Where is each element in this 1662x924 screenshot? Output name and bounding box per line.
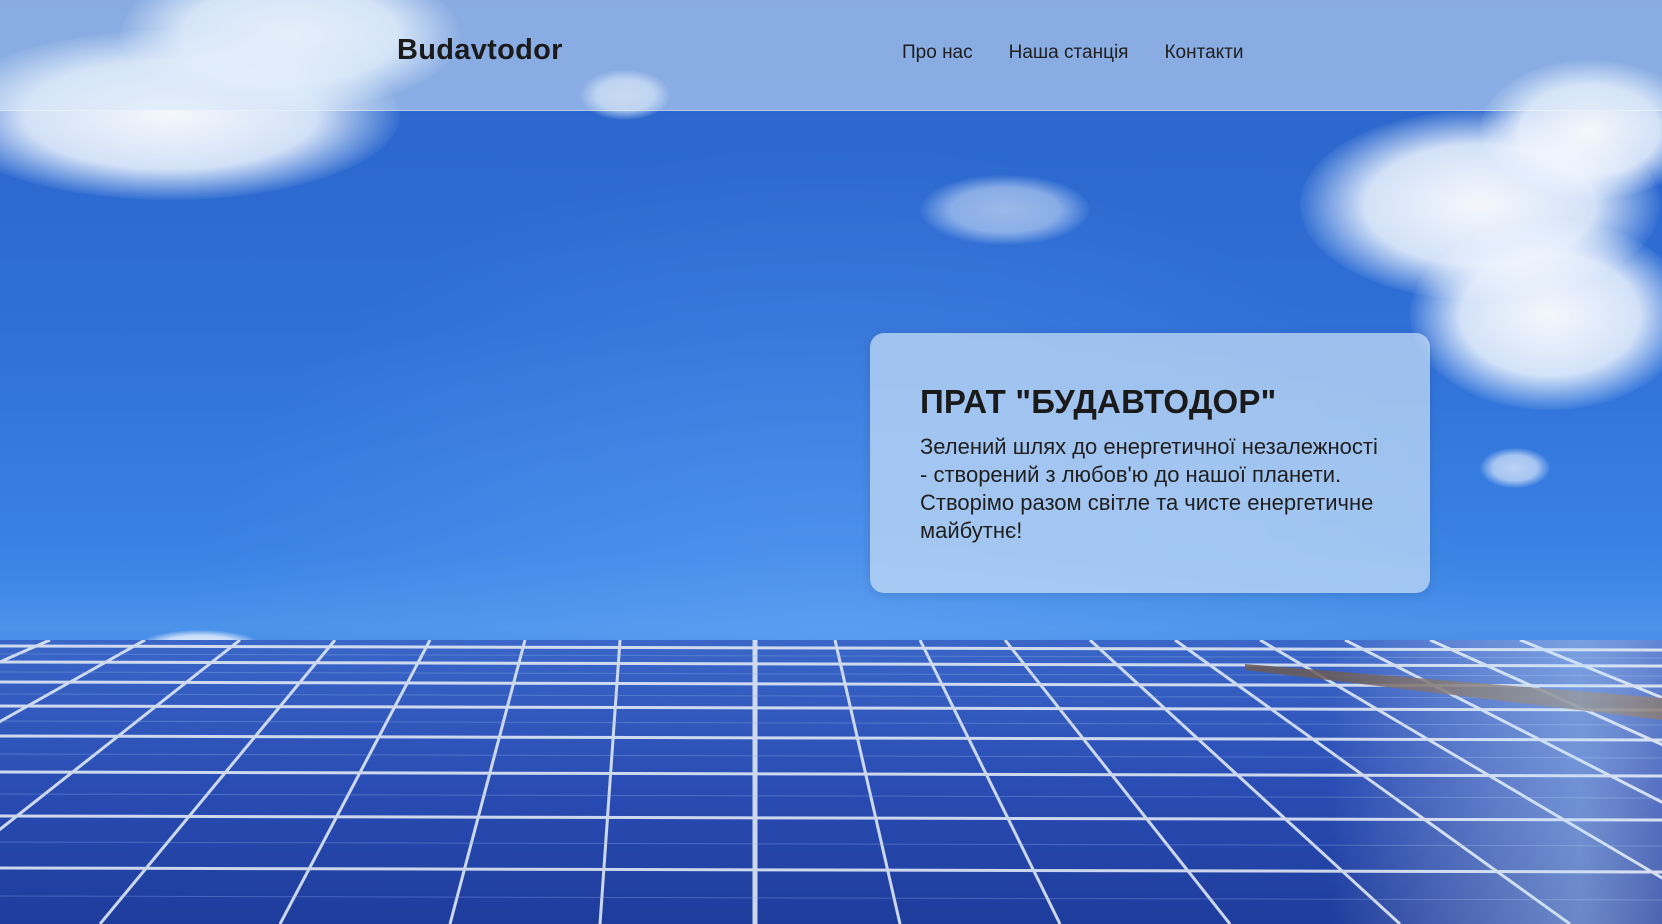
site-header: Budavtodor Про нас Наша станція Контакти — [0, 0, 1662, 111]
hero-text: Зелений шлях до енергетичної незалежност… — [920, 434, 1378, 543]
nav-link-our-station[interactable]: Наша станція — [1009, 42, 1129, 64]
solar-panels-image — [0, 640, 1662, 924]
cloud-image — [1480, 448, 1550, 488]
hero-title: ПРАТ "БУДАВТОДОР" — [920, 383, 1277, 420]
main-nav: Про нас Наша станція Контакти — [902, 42, 1244, 64]
nav-link-about[interactable]: Про нас — [902, 42, 973, 64]
hero-section: Budavtodor Про нас Наша станція Контакти… — [0, 0, 1662, 924]
nav-link-contacts[interactable]: Контакти — [1164, 42, 1243, 64]
cloud-image — [920, 175, 1090, 245]
hero-card: ПРАТ "БУДАВТОДОР" Зелений шлях до енерге… — [870, 333, 1430, 593]
brand-logo[interactable]: Budavtodor — [397, 34, 563, 67]
